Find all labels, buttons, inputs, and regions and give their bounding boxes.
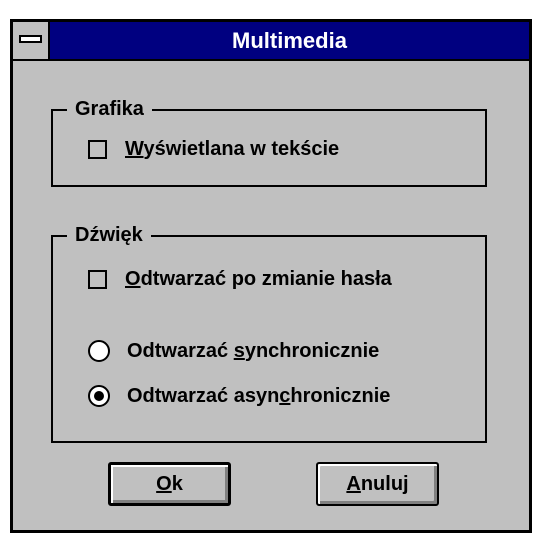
multimedia-dialog: Multimedia Grafika Wyświetlana w tekście… [10,19,532,533]
checkbox-label: Wyświetlana w tekście [125,137,340,160]
system-menu-icon [19,35,42,43]
play-asynchronous-radio[interactable]: Odtwarzać asynchronicznie [88,382,390,410]
cancel-button[interactable]: Anuluj [316,462,439,506]
window-title: Multimedia [232,28,347,53]
grafika-legend: Grafika [67,96,152,122]
play-synchronous-radio[interactable]: Odtwarzać synchronicznie [88,337,379,365]
radio-button-selected[interactable] [88,385,110,407]
checkbox-label: Odtwarzać po zmianie hasła [125,267,392,290]
play-on-password-change-checkbox[interactable]: Odtwarzać po zmianie hasła [88,265,392,293]
ok-button[interactable]: Ok [108,462,231,506]
display-in-text-checkbox[interactable]: Wyświetlana w tekście [88,135,339,163]
radio-label: Odtwarzać asynchronicznie [127,384,391,407]
title-bar: Multimedia [13,22,529,61]
grafika-group: Grafika Wyświetlana w tekście [51,96,487,187]
radio-dot-icon [94,391,104,401]
cancel-button-label: Anuluj [346,472,409,495]
radio-label: Odtwarzać synchronicznie [127,339,380,362]
system-menu-button[interactable] [13,22,50,59]
ok-button-label: Ok [156,472,183,495]
dzwiek-legend: Dźwięk [67,222,151,248]
checkbox-box[interactable] [88,139,107,159]
checkbox-box[interactable] [88,269,107,289]
radio-button-unselected[interactable] [88,340,110,362]
dzwiek-group: Dźwięk Odtwarzać po zmianie hasła Odtwar… [51,222,487,443]
